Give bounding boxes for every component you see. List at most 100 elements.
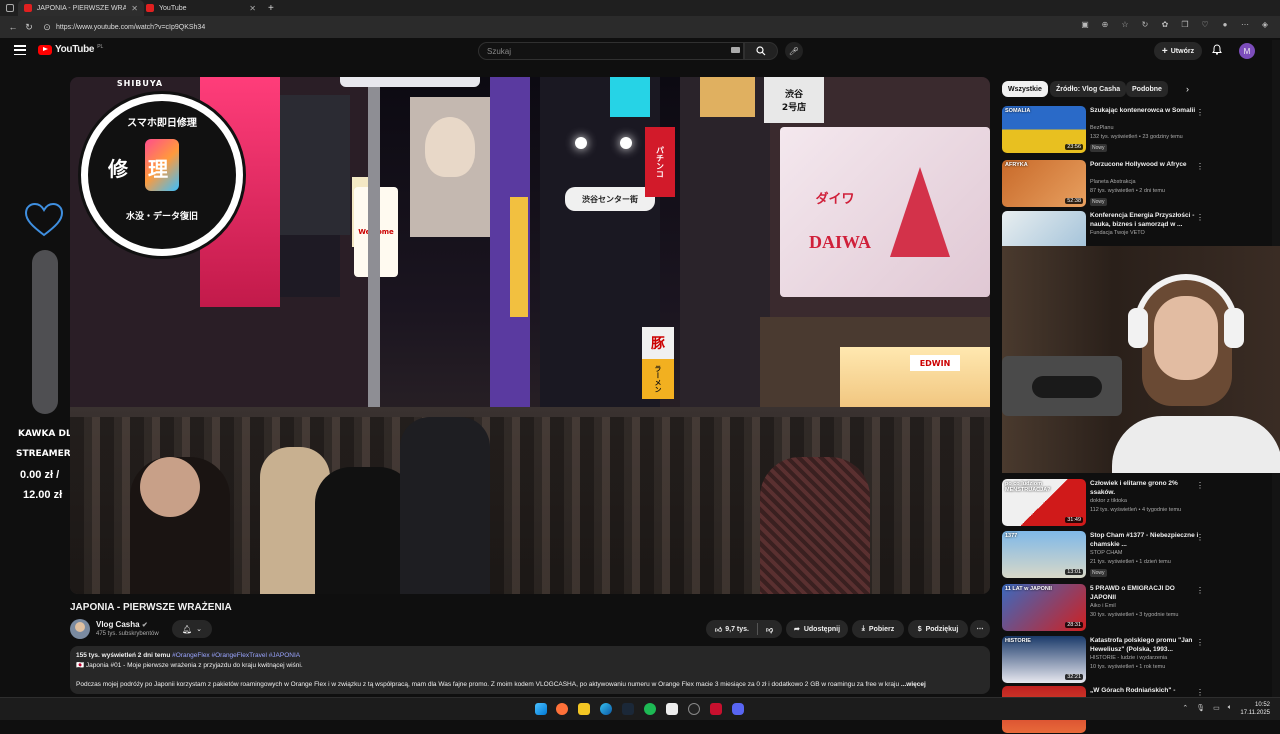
recommendation-channel[interactable]: STOP CHAM: [1090, 550, 1123, 556]
search-input[interactable]: Szukaj: [478, 42, 744, 60]
more-vertical-icon[interactable]: ⋮: [1196, 108, 1204, 117]
youtube-logo[interactable]: YouTube PL: [38, 44, 103, 55]
recommendation-title[interactable]: „W Górach Rodniańskich" -: [1090, 687, 1202, 696]
download-button[interactable]: ⤓ Pobierz: [852, 620, 904, 638]
spotify-icon[interactable]: [644, 703, 656, 715]
recommendation-channel[interactable]: HISTORIE - ludzie i wydarzenia: [1090, 655, 1167, 661]
video-thumbnail[interactable]: 1377 13:01: [1002, 531, 1086, 578]
browser-tab-video[interactable]: JAPONIA - PIERWSZE WRAŻENIA ✕: [18, 0, 144, 16]
subscription-bell-button[interactable]: 🔔︎ ⌄: [172, 620, 212, 638]
video-thumbnail[interactable]: 11 LAT w JAPONII 28:31: [1002, 584, 1086, 631]
volume-icon[interactable]: 🔈︎: [1228, 704, 1232, 712]
edge-icon[interactable]: [600, 703, 612, 715]
file-explorer-icon[interactable]: [578, 703, 590, 715]
refresh-icon[interactable]: ↻: [1140, 20, 1150, 29]
settings-more-icon[interactable]: ⋯: [1240, 20, 1250, 29]
video-thumbnail[interactable]: po co ludziom MENSTRUACJA? 31:49: [1002, 479, 1086, 526]
window-menu-icon[interactable]: [6, 0, 14, 16]
more-vertical-icon[interactable]: ⋮: [1196, 638, 1204, 647]
recommendation-item[interactable]: 11 LAT w JAPONII 28:31 5 PRAWD o EMIGRACJI…: [1002, 584, 1272, 632]
video-thumbnail[interactable]: SOMALIA 23:56: [1002, 106, 1086, 153]
account-avatar[interactable]: M: [1239, 43, 1255, 59]
profile-icon[interactable]: ●: [1220, 20, 1230, 29]
browser-tab-youtube[interactable]: YouTube ✕: [140, 0, 262, 16]
more-vertical-icon[interactable]: ⋮: [1196, 533, 1204, 542]
video-thumbnail[interactable]: HISTORIE 32:21: [1002, 636, 1086, 683]
extensions-icon[interactable]: ✿: [1160, 20, 1170, 29]
hashtags[interactable]: #OrangeFlex #OrangeFlexTravel #JAPONIA: [172, 652, 300, 659]
collections-icon[interactable]: ❒: [1180, 20, 1190, 29]
recommendation-title[interactable]: Stop Cham #1377 - Niebezpieczne i chamsk…: [1090, 532, 1202, 549]
description-box[interactable]: 155 tys. wyświetleń 2 dni temu #OrangeFl…: [70, 646, 990, 694]
reload-icon[interactable]: ↻: [22, 20, 36, 34]
recommendation-title[interactable]: Katastrofa polskiego promu "Jan Hewelius…: [1090, 637, 1202, 654]
system-clock[interactable]: 10:52 17.11.2025: [1240, 701, 1270, 717]
more-vertical-icon[interactable]: ⋮: [1196, 162, 1204, 171]
recommendation-channel[interactable]: Planeta Abstrakcja: [1090, 179, 1136, 185]
recommendation-title[interactable]: Szukając kontenerowca w Somalii: [1090, 107, 1202, 116]
more-vertical-icon[interactable]: ⋮: [1196, 586, 1204, 595]
more-vertical-icon[interactable]: ⋮: [1196, 481, 1204, 490]
thumbnail-text: AFRYKA: [1005, 162, 1028, 168]
heart-icon: [24, 202, 64, 237]
close-tab-icon[interactable]: ✕: [249, 4, 256, 13]
chevron-right-icon[interactable]: ›: [1186, 84, 1189, 94]
zoom-icon[interactable]: ⊕: [1100, 20, 1110, 29]
hamburger-menu-icon[interactable]: [14, 45, 26, 55]
favorite-star-icon[interactable]: ☆: [1120, 20, 1130, 29]
dislike-button[interactable]: 👎︎: [766, 625, 773, 634]
recommendation-item[interactable]: HISTORIE 32:21 Katastrofa polskiego promu …: [1002, 636, 1272, 684]
recommendation-channel[interactable]: Aiko i Emil: [1090, 603, 1116, 609]
address-bar[interactable]: https://www.youtube.com/watch?v=cIp9QKSh…: [56, 20, 1166, 34]
new-tab-button[interactable]: +: [262, 0, 276, 16]
app-icon[interactable]: [710, 703, 722, 715]
channel-avatar[interactable]: [70, 619, 90, 639]
recommendation-title[interactable]: Porzucone Hollywood w Afryce: [1090, 161, 1202, 170]
recommendation-title[interactable]: 5 PRAWD o EMIGRACJI DO JAPONII: [1090, 585, 1202, 602]
chip-all[interactable]: Wszystkie: [1002, 81, 1048, 97]
share-button[interactable]: ➦ Udostępnij: [786, 620, 848, 638]
site-info-icon[interactable]: ⊙: [40, 20, 54, 34]
youtube-header: YouTube PL Szukaj 🎤︎ + Utwórz M: [0, 38, 1280, 64]
recommendation-item[interactable]: AFRYKA 52:38 Porzucone Hollywood w Afryce P…: [1002, 160, 1272, 208]
favorites-icon[interactable]: ♡: [1200, 20, 1210, 29]
recommendation-item[interactable]: po co ludziom MENSTRUACJA? 31:49 Człowiek …: [1002, 479, 1272, 527]
create-button[interactable]: + Utwórz: [1154, 42, 1202, 60]
more-vertical-icon[interactable]: ⋮: [1196, 213, 1204, 222]
recommendation-item[interactable]: 1377 13:01 Stop Cham #1377 - Niebezpieczne…: [1002, 531, 1272, 579]
network-icon[interactable]: ▭: [1213, 704, 1220, 712]
recommendation-channel[interactable]: Fundacja Twoje VETO: [1090, 230, 1145, 236]
firefox-icon[interactable]: [556, 703, 568, 715]
recommendation-channel[interactable]: doktor z tiktoka: [1090, 498, 1127, 504]
chevron-up-icon[interactable]: ⌃: [1182, 704, 1188, 712]
voice-search-button[interactable]: 🎤︎: [785, 42, 803, 60]
chip-related[interactable]: Podobne: [1126, 81, 1168, 97]
like-button[interactable]: 👍︎ 9,7 tys.: [715, 625, 749, 634]
video-thumbnail[interactable]: AFRYKA 52:38: [1002, 160, 1086, 207]
notifications-bell-icon[interactable]: [1212, 44, 1222, 58]
steam-icon[interactable]: [622, 703, 634, 715]
chip-from-channel[interactable]: Źródło: Vlog Casha: [1050, 81, 1127, 97]
thanks-button[interactable]: $ Podziękuj: [908, 620, 968, 638]
channel-name[interactable]: Vlog Casha ✔: [96, 620, 148, 629]
more-actions-button[interactable]: ⋯: [970, 620, 990, 638]
video-player[interactable]: 渋谷センター街 Welcome 渋谷センター街 パチンコ 豚 ラーメン 渋谷 2…: [70, 77, 990, 594]
system-tray: ⌃ 🎙︎ ▭ 🔈︎: [1182, 704, 1232, 712]
notion-icon[interactable]: [666, 703, 678, 715]
more-vertical-icon[interactable]: ⋮: [1196, 688, 1204, 697]
recommendation-item[interactable]: SOMALIA 23:56 Szukając kontenerowca w Soma…: [1002, 106, 1272, 154]
obs-icon[interactable]: [688, 703, 700, 715]
recommendation-title[interactable]: Konferencja Energia Przyszłości - nauka,…: [1090, 212, 1202, 229]
recommendation-channel[interactable]: BezPlanu: [1090, 125, 1114, 131]
discord-icon[interactable]: [732, 703, 744, 715]
recommendation-title[interactable]: Człowiek i elitarne grono 2% ssaków.: [1090, 480, 1202, 497]
start-menu-icon[interactable]: [535, 703, 547, 715]
back-icon[interactable]: ←: [6, 20, 20, 34]
close-tab-icon[interactable]: ✕: [131, 4, 138, 13]
search-button[interactable]: [744, 42, 778, 60]
copilot-icon[interactable]: ◈: [1260, 20, 1270, 29]
reader-icon[interactable]: ▣: [1080, 20, 1090, 29]
mic-tray-icon[interactable]: 🎙︎: [1196, 704, 1205, 712]
show-more-link[interactable]: ...więcej: [901, 681, 926, 688]
keyboard-icon[interactable]: [731, 47, 740, 53]
